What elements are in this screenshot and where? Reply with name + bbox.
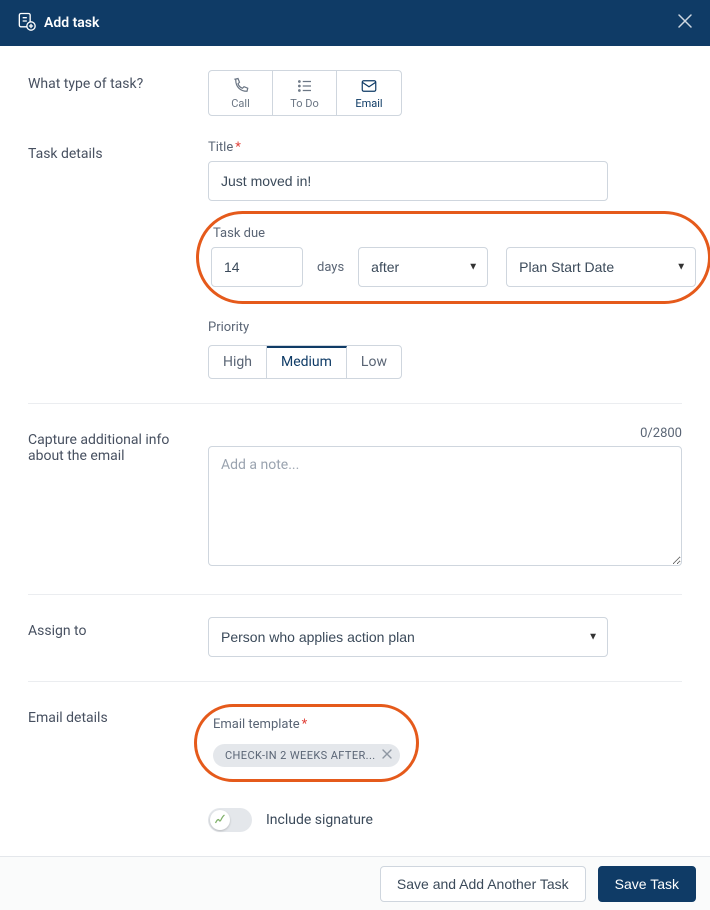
title-input[interactable] xyxy=(208,161,608,201)
close-icon[interactable] xyxy=(676,12,694,34)
phone-icon xyxy=(209,77,272,95)
add-task-icon xyxy=(16,11,36,35)
note-textarea[interactable] xyxy=(208,446,682,566)
note-charcount: 0/2800 xyxy=(640,426,682,441)
header-left: Add task xyxy=(16,11,99,35)
divider xyxy=(28,403,682,404)
priority-group: High Medium Low xyxy=(208,345,402,379)
task-type-label: What type of task? xyxy=(28,70,208,116)
signature-toggle[interactable] xyxy=(208,808,252,832)
save-and-add-button[interactable]: Save and Add Another Task xyxy=(380,866,586,902)
priority-label: Priority xyxy=(208,320,710,335)
assign-row: Assign to Person who applies action plan… xyxy=(28,617,682,657)
task-type-call-label: Call xyxy=(231,97,250,110)
task-type-row: What type of task? Call To Do xyxy=(28,70,682,116)
list-icon xyxy=(273,77,336,95)
note-row: Capture additional info about the email … xyxy=(28,426,682,570)
task-details-row: Task details Title* Task due days after … xyxy=(28,140,682,379)
due-unit-label: days xyxy=(317,260,344,275)
email-details-label: Email details xyxy=(28,704,208,832)
email-template-highlight: Email template* CHECK-IN 2 WEEKS AFTER..… xyxy=(194,704,419,782)
save-task-button[interactable]: Save Task xyxy=(598,866,696,902)
modal-header: Add task xyxy=(0,0,710,46)
task-type-todo-label: To Do xyxy=(290,97,319,110)
due-number-input[interactable] xyxy=(211,247,303,287)
envelope-icon xyxy=(337,77,401,95)
task-type-call[interactable]: Call xyxy=(209,71,273,115)
email-template-chip[interactable]: CHECK-IN 2 WEEKS AFTER... xyxy=(213,744,400,767)
task-type-email[interactable]: Email xyxy=(337,71,401,115)
email-template-label: Email template* xyxy=(213,717,400,732)
email-details-row: Email details Email template* CHECK-IN 2… xyxy=(28,704,682,832)
modal-footer: Save and Add Another Task Save Task xyxy=(0,856,710,910)
task-type-tabs: Call To Do Email xyxy=(208,70,402,116)
toggle-knob xyxy=(210,810,230,830)
required-marker: * xyxy=(235,140,241,155)
task-due-highlight: Task due days after ▼ Plan Start Date xyxy=(196,211,710,304)
task-due-controls: days after ▼ Plan Start Date ▼ xyxy=(211,247,696,287)
priority-low[interactable]: Low xyxy=(347,346,401,378)
task-due-label: Task due xyxy=(211,226,696,241)
priority-medium[interactable]: Medium xyxy=(267,346,347,378)
due-relation-select[interactable]: after xyxy=(358,247,488,287)
assign-select[interactable]: Person who applies action plan xyxy=(208,617,608,657)
email-template-chip-text: CHECK-IN 2 WEEKS AFTER... xyxy=(225,749,376,762)
modal-body: What type of task? Call To Do xyxy=(0,46,710,856)
task-details-label: Task details xyxy=(28,140,208,379)
required-marker: * xyxy=(302,717,308,732)
assign-label: Assign to xyxy=(28,617,208,657)
task-type-todo[interactable]: To Do xyxy=(273,71,337,115)
divider xyxy=(28,681,682,682)
title-label: Title* xyxy=(208,140,710,155)
signature-row: Include signature xyxy=(208,808,682,832)
note-label: Capture additional info about the email xyxy=(28,426,208,570)
signature-label: Include signature xyxy=(266,812,373,828)
due-reference-select[interactable]: Plan Start Date xyxy=(506,247,696,287)
priority-high[interactable]: High xyxy=(209,346,267,378)
divider xyxy=(28,594,682,595)
chip-remove-icon[interactable] xyxy=(382,749,392,762)
modal-title: Add task xyxy=(44,15,99,31)
task-type-email-label: Email xyxy=(355,97,382,110)
